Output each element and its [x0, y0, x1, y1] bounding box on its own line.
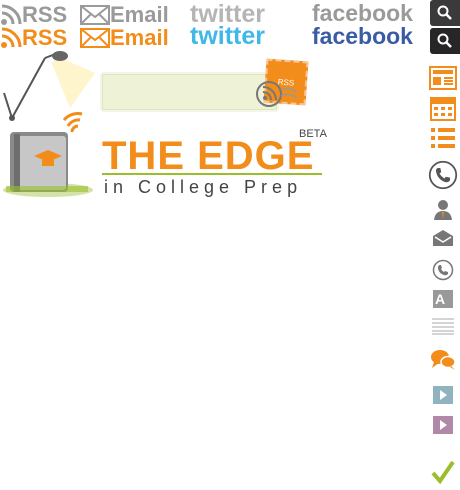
phone-button[interactable] [428, 158, 458, 192]
search-button[interactable] [430, 0, 460, 26]
lines-button[interactable] [428, 312, 458, 340]
list-icon [431, 128, 455, 148]
email-label: Email [110, 25, 169, 50]
phone-small-icon [432, 259, 454, 281]
play-teal-button[interactable] [428, 381, 458, 409]
user-button[interactable] [428, 196, 458, 224]
search-button-2[interactable] [430, 28, 460, 54]
logo-subtitle: in College Prep [104, 177, 303, 197]
play-purple-icon [433, 416, 453, 434]
play-teal-icon [433, 386, 453, 404]
rss-icon [1, 27, 22, 48]
checkmark-icon [431, 460, 455, 484]
envelope-icon [80, 28, 110, 48]
envelope-icon [80, 5, 110, 25]
font-size-icon: A [433, 290, 453, 308]
chat-icon [431, 350, 456, 370]
mail-icon [433, 230, 453, 246]
twitter-link[interactable]: twitter [190, 22, 265, 51]
chat-button[interactable] [428, 346, 458, 374]
svg-text:A: A [435, 291, 445, 307]
feed-widget[interactable] [100, 72, 279, 112]
rss-icon [1, 4, 22, 25]
checkmark-button[interactable] [428, 458, 458, 486]
logo-divider [102, 173, 322, 175]
facebook-link[interactable]: facebook [312, 23, 413, 50]
calendar-button[interactable] [428, 94, 458, 122]
search-icon [437, 33, 452, 48]
facebook-label: facebook [312, 23, 413, 49]
mail-button[interactable] [428, 224, 458, 252]
lines-icon [432, 318, 454, 335]
book-logo-icon [3, 112, 93, 197]
search-icon [437, 5, 452, 20]
rss-circle-icon[interactable] [255, 80, 299, 108]
user-icon [434, 200, 452, 220]
phone-small-button[interactable] [428, 256, 458, 284]
news-icon [429, 66, 457, 90]
news-button[interactable] [428, 64, 458, 92]
play-purple-button[interactable] [428, 411, 458, 439]
calendar-icon [430, 97, 456, 121]
phone-icon [428, 160, 458, 190]
twitter-label: twitter [190, 22, 265, 50]
list-button[interactable] [428, 124, 458, 152]
font-size-button[interactable]: A [428, 285, 458, 313]
